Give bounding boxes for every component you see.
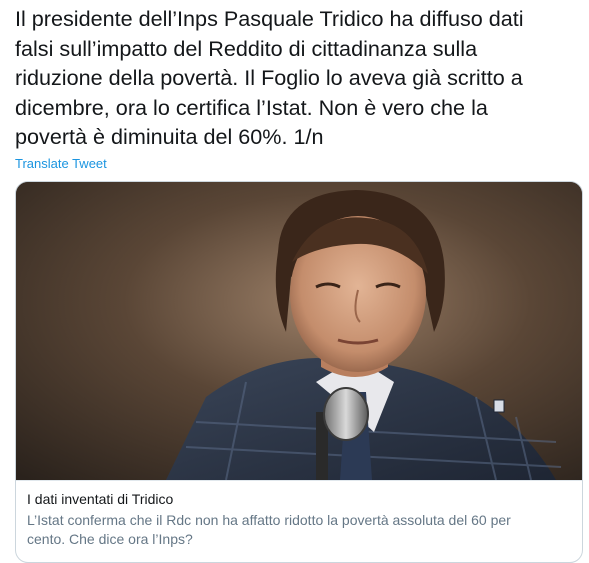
tweet-text-line: povertà è diminuita del 60%. 1/n	[15, 124, 324, 150]
tweet-text-line: dicembre, ora lo certifica l’Istat. Non …	[15, 94, 488, 120]
card-description-line: L’Istat conferma che il Rdc non ha affat…	[27, 512, 511, 528]
tweet-text-line: Il presidente dell’Inps Pasquale Tridico…	[15, 6, 524, 31]
tweet-text-line: falsi sull’impatto del Reddito di cittad…	[15, 35, 478, 61]
card-title[interactable]: I dati inventati di Tridico	[27, 490, 571, 509]
card-image[interactable]	[16, 182, 582, 480]
card-description-line: cento. Che dice ora l’Inps?	[27, 531, 193, 547]
card-body[interactable]: I dati inventati di Tridico L’Istat conf…	[16, 480, 582, 549]
press-photo-illustration	[16, 182, 582, 480]
tweet-text: Il presidente dell’Inps Pasquale Tridico…	[15, 4, 581, 152]
link-preview-card[interactable]: I dati inventati di Tridico L’Istat conf…	[15, 181, 583, 563]
card-description: L’Istat conferma che il Rdc non ha affat…	[27, 511, 571, 549]
tweet-text-line: riduzione della povertà. Il Foglio lo av…	[15, 65, 523, 91]
translate-tweet-link[interactable]: Translate Tweet	[15, 156, 107, 171]
